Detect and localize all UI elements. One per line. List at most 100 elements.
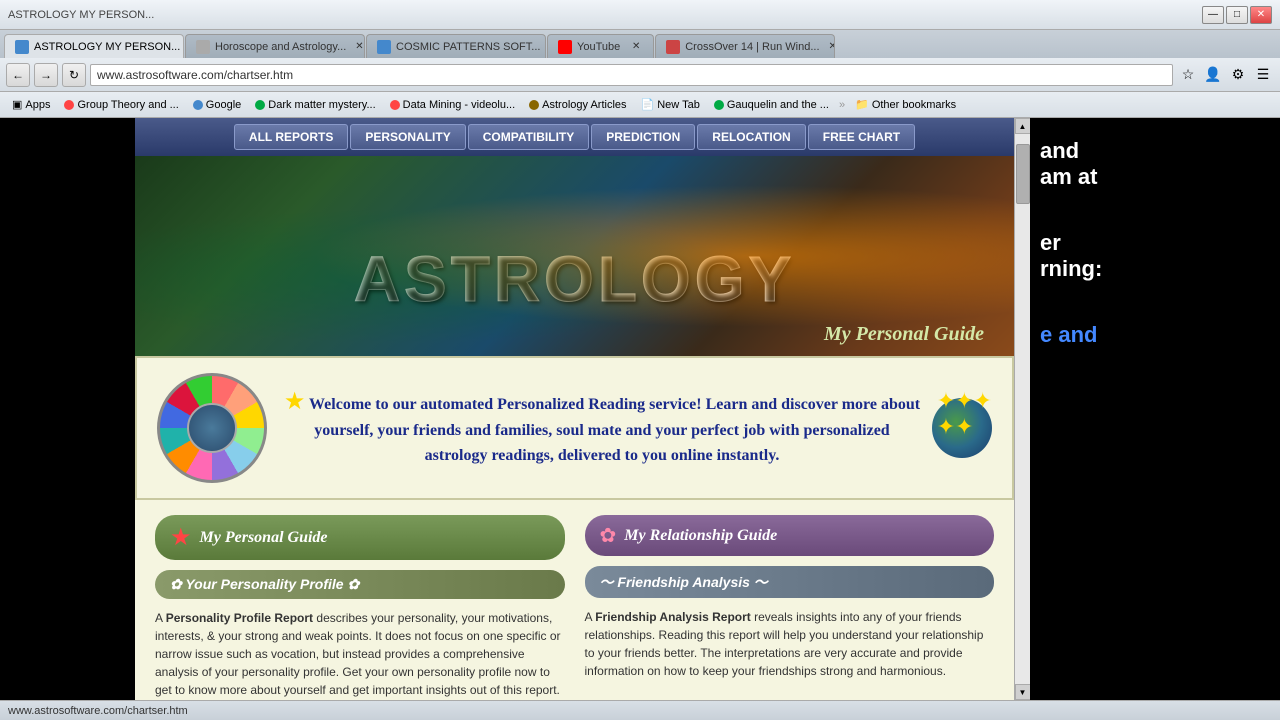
bookmark-label-dark: Dark matter mystery... (268, 99, 375, 111)
bookmark-label-data: Data Mining - videolu... (403, 99, 516, 111)
bookmark-other[interactable]: 📁 Other bookmarks (851, 97, 960, 112)
close-button[interactable]: ✕ (1250, 6, 1272, 24)
user-icon[interactable]: 👤 (1202, 64, 1224, 86)
tab-crossover[interactable]: CrossOver 14 | Run Wind... ✕ (655, 34, 835, 58)
tab-favicon-cosmic (377, 40, 391, 54)
back-button[interactable]: ← (6, 63, 30, 87)
tab-label-cosmic: COSMIC PATTERNS SOFT... (396, 41, 540, 53)
personality-content: A Personality Profile Report describes y… (155, 609, 565, 700)
bookmark-gauquelin[interactable]: Gauquelin and the ... (710, 98, 833, 112)
url-box[interactable]: www.astrosoftware.com/chartser.htm (90, 64, 1173, 86)
tab-astrology[interactable]: ASTROLOGY MY PERSON... ✕ (4, 34, 184, 58)
scrollbar: ▲ ▼ (1014, 118, 1030, 700)
main-area: ALL REPORTS PERSONALITY COMPATIBILITY PR… (0, 118, 1280, 700)
nav-personality[interactable]: PERSONALITY (350, 124, 465, 150)
bookmark-google[interactable]: Google (189, 98, 245, 112)
tab-youtube[interactable]: YouTube ✕ (547, 34, 654, 58)
bookmark-dark-matter[interactable]: Dark matter mystery... (251, 98, 379, 112)
right-text-4: rning: (1040, 256, 1270, 282)
bookmark-data-mining[interactable]: Data Mining - videolu... (386, 98, 520, 112)
tab-close-youtube[interactable]: ✕ (629, 40, 643, 54)
bookmark-label-google: Google (206, 99, 241, 111)
friendship-analysis-header: 〜 Friendship Analysis 〜 (585, 566, 995, 598)
friendship-header-text: 〜 Friendship Analysis 〜 (600, 572, 768, 592)
tab-close-horoscope[interactable]: ✕ (355, 40, 363, 54)
bookmark-astrology-articles[interactable]: Astrology Articles (525, 98, 630, 112)
menu-icon[interactable]: ☰ (1252, 64, 1274, 86)
flower-icon: ✿ (600, 523, 617, 548)
nav-all-reports[interactable]: ALL REPORTS (234, 124, 348, 150)
tab-favicon-astrology (15, 40, 29, 54)
tab-close-crossover[interactable]: ✕ (829, 40, 836, 54)
tab-label-crossover: CrossOver 14 | Run Wind... (685, 41, 819, 53)
personal-guide-button[interactable]: ★ My Personal Guide (155, 515, 565, 560)
bookmark-group-theory[interactable]: Group Theory and ... (60, 98, 182, 112)
tab-favicon-youtube (558, 40, 572, 54)
zodiac-inner (187, 403, 237, 453)
site-navigation: ALL REPORTS PERSONALITY COMPATIBILITY PR… (135, 118, 1014, 156)
right-guide-column: ✿ My Relationship Guide 〜 Friendship Ana… (585, 515, 995, 700)
dot-icon-astro (529, 100, 539, 110)
left-guide-column: ★ My Personal Guide ✿ Your Personality P… (155, 515, 565, 700)
browser-window: ASTROLOGY MY PERSON... — □ ✕ ASTROLOGY M… (0, 0, 1280, 720)
minimize-button[interactable]: — (1202, 6, 1224, 24)
personal-guide-label: My Personal Guide (200, 529, 328, 547)
address-bar: ← → ↻ www.astrosoftware.com/chartser.htm… (0, 58, 1280, 92)
right-black-panel: and am at er rning: e and (1030, 118, 1280, 700)
reload-button[interactable]: ↻ (62, 63, 86, 87)
website-content: ALL REPORTS PERSONALITY COMPATIBILITY PR… (135, 118, 1014, 700)
tab-bar: ASTROLOGY MY PERSON... ✕ Horoscope and A… (0, 30, 1280, 58)
forward-button[interactable]: → (34, 63, 58, 87)
dot-icon-google (193, 100, 203, 110)
stars-right: ✦✦✦✦✦ (937, 388, 992, 440)
star-red-icon: ★ (170, 523, 192, 552)
scroll-track[interactable] (1015, 134, 1030, 684)
bookmark-new-tab[interactable]: 📄 New Tab (637, 97, 704, 112)
dot-icon-gauq (714, 100, 724, 110)
nav-relocation[interactable]: RELOCATION (697, 124, 805, 150)
tab-cosmic[interactable]: COSMIC PATTERNS SOFT... ✕ (366, 34, 546, 58)
bookmark-apps[interactable]: ▣ Apps (8, 97, 54, 112)
friendship-content: A Friendship Analysis Report reveals ins… (585, 608, 995, 700)
right-text-5: e and (1040, 322, 1270, 348)
scroll-down-button[interactable]: ▼ (1015, 684, 1031, 700)
title-bar: ASTROLOGY MY PERSON... — □ ✕ (0, 0, 1280, 30)
right-text-area: and am at er rning: e and (1040, 138, 1270, 348)
relationship-guide-button[interactable]: ✿ My Relationship Guide (585, 515, 995, 556)
left-black-panel (0, 118, 135, 700)
personality-header-text: ✿ Your Personality Profile ✿ (170, 576, 359, 593)
apps-grid-icon: ▣ (12, 98, 22, 111)
relationship-guide-label: My Relationship Guide (624, 527, 777, 545)
deco-right: ✦✦✦✦✦ (922, 398, 992, 458)
spacer1 (1040, 190, 1270, 230)
right-text-3: er (1040, 230, 1270, 256)
tab-label-astrology: ASTROLOGY MY PERSON... (34, 41, 180, 53)
personality-profile-header: ✿ Your Personality Profile ✿ (155, 570, 565, 599)
page-icon: 📄 (641, 98, 655, 111)
right-text-1: and (1040, 138, 1270, 164)
friendship-text-prefix: A (585, 610, 596, 624)
scroll-up-button[interactable]: ▲ (1015, 118, 1031, 134)
welcome-text-container: ★ Welcome to our automated Personalized … (282, 387, 922, 469)
status-text: www.astrosoftware.com/chartser.htm (8, 705, 188, 717)
hero-subtitle: My Personal Guide (824, 323, 984, 346)
nav-prediction[interactable]: PREDICTION (591, 124, 695, 150)
tab-label-horoscope: Horoscope and Astrology... (215, 41, 346, 53)
nav-compatibility[interactable]: COMPATIBILITY (468, 124, 590, 150)
dot-icon-data (390, 100, 400, 110)
spacer2 (1040, 282, 1270, 322)
bookmark-label-group: Group Theory and ... (77, 99, 178, 111)
dot-icon-dark (255, 100, 265, 110)
scroll-thumb[interactable] (1016, 144, 1030, 204)
bookmark-star-icon[interactable]: ☆ (1177, 64, 1199, 86)
zodiac-wheel (157, 373, 267, 483)
tab-horoscope[interactable]: Horoscope and Astrology... ✕ (185, 34, 365, 58)
welcome-text: Welcome to our automated Personalized Re… (309, 396, 920, 464)
nav-free-chart[interactable]: FREE CHART (808, 124, 915, 150)
bookmark-label-gauq: Gauquelin and the ... (727, 99, 829, 111)
bookmark-label-astro: Astrology Articles (542, 99, 626, 111)
tab-favicon-horoscope (196, 40, 210, 54)
bookmark-label-apps: Apps (25, 99, 50, 111)
settings-icon[interactable]: ⚙ (1227, 64, 1249, 86)
maximize-button[interactable]: □ (1226, 6, 1248, 24)
